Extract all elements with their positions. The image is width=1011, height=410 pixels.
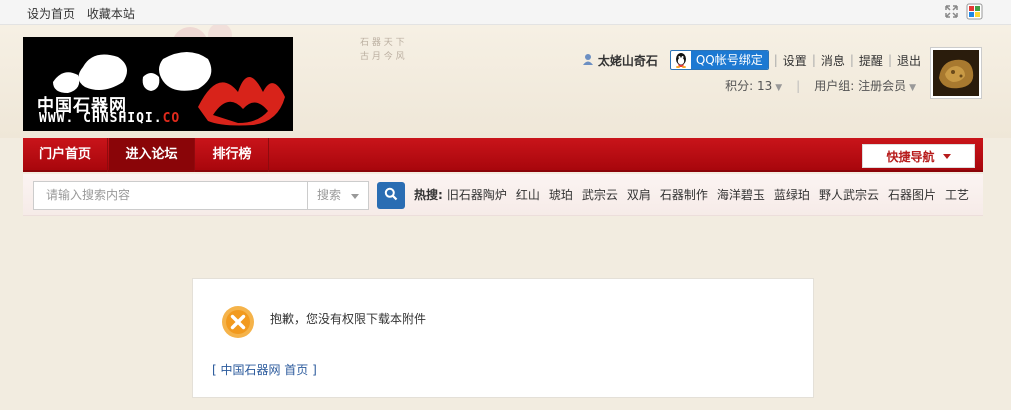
color-scheme-icon[interactable] [966,3,983,20]
hot-keyword[interactable]: 野人武宗云 [819,186,879,203]
username-link[interactable]: 太姥山奇石 [582,52,658,69]
main-nav: 门户首页 进入论坛 排行榜 快捷导航 [23,138,983,172]
chevron-down-icon: ▼ [909,83,916,93]
hot-keyword[interactable]: 琥珀 [549,186,573,203]
top-utility-bar: 设为首页 收藏本站 [0,0,1011,25]
divider: | [773,53,778,67]
hot-keyword[interactable]: 武宗云 [582,186,618,203]
hot-keyword[interactable]: 旧石器陶炉 [447,186,507,203]
svg-text:古 月 今 风: 古 月 今 风 [360,50,405,62]
logo-en-text: WWW. CHNSHIQI.CO [39,111,180,126]
hot-keyword[interactable]: 红山 [516,186,540,203]
user-icon [582,53,594,68]
qq-bind-button[interactable]: QQ帐号绑定 [669,50,769,70]
expand-icon[interactable] [943,3,960,20]
user-stats: 积分: 13 ▼ | 用户组: 注册会员 ▼ [725,77,916,94]
hot-keyword[interactable]: 工艺 [945,186,969,203]
permission-error-box: 抱歉，您没有权限下载本附件 [ 中国石器网 首页 ] [192,278,814,398]
divider: | [796,78,801,93]
divider: | [887,53,892,67]
usergroup-label: 用户组: 注册会员 [814,79,907,93]
error-message: 抱歉，您没有权限下载本附件 [270,312,427,326]
top-tools [943,3,983,20]
hot-keyword[interactable]: 石器图片 [888,186,936,203]
logo-en-suffix: CO [162,111,181,126]
hot-keyword[interactable]: 石器制作 [660,186,708,203]
quick-nav-button[interactable]: 快捷导航 [862,144,975,168]
divider: | [849,53,854,67]
search-type-label: 搜索 [317,188,342,202]
usergroup-dropdown[interactable]: 用户组: 注册会员 ▼ [814,77,916,94]
caret-down-icon [351,194,359,199]
user-bar: 太姥山奇石 QQ帐号绑定 | 设置 | 消息 | 提醒 | 退出 [582,49,921,71]
search-bar: 请输入搜索内容 搜索 热搜: 旧石器陶炉 红山 琥珀 武宗云 双肩 石器制作 海… [23,174,983,216]
bookmark-site-link[interactable]: 收藏本站 [87,7,135,21]
logo-en-domain: WWW. CHNSHIQI. [39,111,163,126]
nav-ranking[interactable]: 排行榜 [196,138,269,172]
messages-link[interactable]: 消息 [821,52,845,69]
nav-portal-home[interactable]: 门户首页 [23,138,108,172]
avatar[interactable] [930,47,982,99]
site-header: 石 器 天 下 古 月 今 风 中国石器网 WWW. CHNSHIQI.CO 太… [0,25,1011,138]
search-input[interactable]: 请输入搜索内容 [33,181,308,210]
nav-forum[interactable]: 进入论坛 [109,138,195,172]
hot-keyword[interactable]: 海洋碧玉 [717,186,765,203]
logout-link[interactable]: 退出 [897,52,921,69]
divider: | [811,53,816,67]
hot-search-label: 热搜: [414,188,443,202]
quick-nav-label: 快捷导航 [886,149,935,164]
hot-keyword[interactable]: 蓝绿珀 [774,186,810,203]
hot-keyword[interactable]: 双肩 [627,186,651,203]
home-link[interactable]: [ 中国石器网 首页 ] [212,361,317,378]
search-button[interactable] [377,182,405,209]
reminders-link[interactable]: 提醒 [859,52,883,69]
hot-search-list: 热搜: 旧石器陶炉 红山 琥珀 武宗云 双肩 石器制作 海洋碧玉 蓝绿珀 野人武… [414,186,978,203]
error-icon [221,305,255,339]
settings-link[interactable]: 设置 [783,52,807,69]
chevron-down-icon: ▼ [775,83,783,93]
top-links: 设为首页 收藏本站 [27,5,143,22]
avatar-stone-image [933,50,979,96]
search-icon [384,187,398,204]
site-logo[interactable]: 中国石器网 WWW. CHNSHIQI.CO [23,37,293,131]
set-homepage-link[interactable]: 设为首页 [27,7,75,21]
svg-text:石 器 天 下: 石 器 天 下 [360,37,405,48]
caret-down-icon [942,153,951,159]
search-type-select[interactable]: 搜索 [308,181,369,210]
username-text: 太姥山奇石 [597,53,658,68]
points-dropdown[interactable]: 积分: 13 ▼ [725,77,782,94]
qq-bind-label: QQ帐号绑定 [690,51,768,69]
points-label: 积分: 13 [725,79,773,93]
qq-penguin-icon [671,51,691,69]
